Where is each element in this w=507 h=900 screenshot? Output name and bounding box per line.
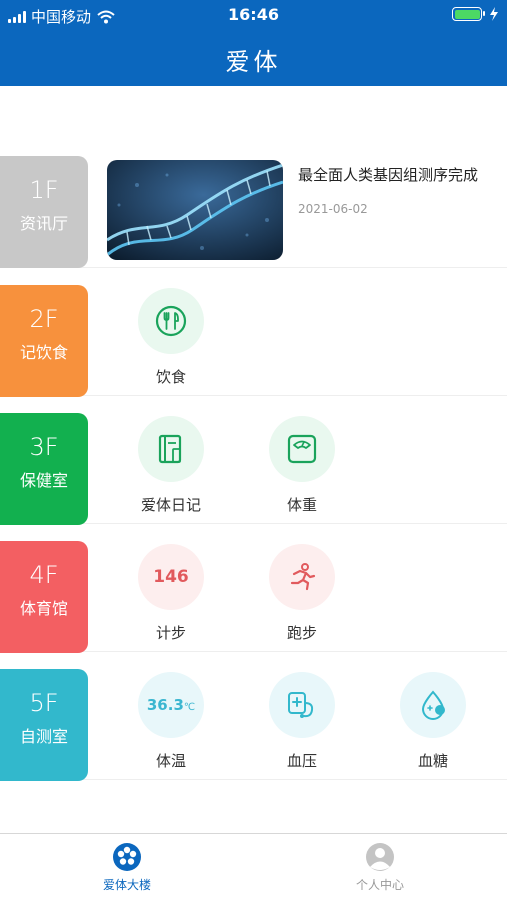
blood-pressure-entry[interactable]: 血压 [252, 672, 352, 771]
diary-label: 爱体日记 [140, 496, 201, 514]
status-time: 16:46 [228, 5, 279, 24]
blood-pressure-label: 血压 [286, 752, 317, 770]
battery-indicator [452, 7, 499, 21]
news-date: 2021-06-02 [298, 202, 368, 216]
tab-bar: 爱体大楼 个人中心 [0, 833, 507, 900]
floor-5f-row: 5F 自测室 36.3℃ 体温 血压 血糖 [0, 652, 507, 781]
floor-1f-row: 1F 资讯厅 最全面人类基因组测序完成 2021-06-02 [0, 130, 507, 268]
news-image[interactable] [107, 160, 283, 260]
running-entry[interactable]: 跑步 [252, 544, 352, 643]
scale-icon [269, 416, 335, 482]
floor-name: 记饮食 [19, 343, 68, 362]
floor-number: 1F [29, 176, 59, 204]
floor-2f-row: 2F 记饮食 饮食 [0, 268, 507, 397]
floor-name: 自测室 [19, 727, 68, 746]
floor-number: 3F [29, 433, 59, 461]
diary-entry[interactable]: 爱体日记 [121, 416, 221, 515]
floor-tag-2f[interactable]: 2F 记饮食 [0, 285, 88, 397]
weight-label: 体重 [286, 496, 317, 514]
temperature-label: 体温 [155, 752, 186, 770]
tab-building-label: 爱体大楼 [102, 878, 151, 892]
page-title: 爱体 [225, 48, 282, 76]
floor-number: 2F [29, 305, 59, 333]
floor-name: 保健室 [19, 471, 68, 490]
floor-3f-row: 3F 保健室 爱体日记 体重 [0, 396, 507, 525]
floor-number: 5F [29, 689, 59, 717]
battery-icon [452, 7, 485, 21]
floor-4f-row: 4F 体育馆 146 计步 跑步 [0, 524, 507, 653]
diet-entry[interactable]: 饮食 [121, 288, 221, 387]
status-bar: 中国移动 16:46 [0, 0, 507, 30]
floor-tag-1f[interactable]: 1F 资讯厅 [0, 156, 88, 268]
diary-icon [138, 416, 204, 482]
floor-name: 体育馆 [19, 599, 68, 618]
charging-icon [490, 7, 498, 21]
runner-icon [269, 544, 335, 610]
blood-pressure-icon [269, 672, 335, 738]
news-title[interactable]: 最全面人类基因组测序完成 [298, 164, 478, 185]
weight-entry[interactable]: 体重 [252, 416, 352, 515]
tab-profile[interactable]: 个人中心 [330, 842, 430, 893]
floor-tag-4f[interactable]: 4F 体育馆 [0, 541, 88, 653]
floor-number: 4F [29, 561, 59, 589]
blood-sugar-entry[interactable]: 血糖 [383, 672, 483, 771]
temperature-entry[interactable]: 36.3℃ 体温 [121, 672, 221, 771]
floor-tag-5f[interactable]: 5F 自测室 [0, 669, 88, 781]
floor-tag-3f[interactable]: 3F 保健室 [0, 413, 88, 525]
steps-entry[interactable]: 146 计步 [121, 544, 221, 643]
blood-drop-icon [400, 672, 466, 738]
building-flower-icon [113, 843, 141, 871]
app-header: 中国移动 16:46 爱体 [0, 0, 507, 86]
temperature-value: 36.3 [146, 696, 184, 714]
steps-value: 146 [153, 567, 189, 587]
tab-building[interactable]: 爱体大楼 [77, 842, 177, 893]
steps-counter: 146 [138, 544, 204, 610]
floor-name: 资讯厅 [19, 214, 68, 233]
temperature-unit: ℃ [183, 702, 196, 713]
running-label: 跑步 [286, 624, 317, 642]
steps-label: 计步 [155, 624, 186, 642]
temperature-display: 36.3℃ [138, 672, 204, 738]
blood-sugar-label: 血糖 [417, 752, 448, 770]
user-avatar-icon [366, 843, 394, 871]
tab-profile-label: 个人中心 [355, 878, 404, 892]
fork-knife-icon [138, 288, 204, 354]
diet-label: 饮食 [155, 368, 186, 386]
